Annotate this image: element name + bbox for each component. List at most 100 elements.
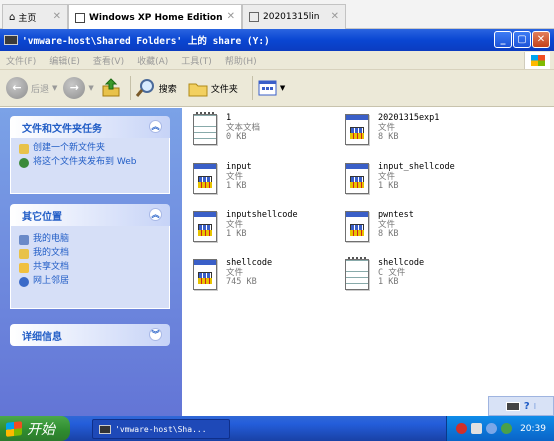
tab-home-label: 主页 [18, 13, 37, 24]
forward-arrow-icon: → [63, 77, 86, 99]
views-button[interactable]: ▼ [257, 79, 285, 97]
close-icon[interactable]: ✕ [227, 11, 235, 22]
place-network[interactable]: 网上邻居 [19, 276, 161, 287]
file-item[interactable]: pwntest 文件 8 KB [342, 210, 414, 245]
other-places-panel: 其它位置 ︽ 我的电脑 我的文档 共享文档 网上邻居 [10, 204, 170, 309]
file-item[interactable]: shellcode C 文件 1 KB [342, 257, 424, 293]
taskbar-window-button[interactable]: 'vmware-host\Sha... [92, 419, 230, 439]
forward-button[interactable]: → ▼ [63, 77, 94, 99]
chevron-down-icon[interactable]: ▼ [88, 84, 93, 92]
file-item[interactable]: inputshellcode 文件 1 KB [190, 210, 298, 245]
details-header[interactable]: 详细信息 ︾ [10, 324, 170, 346]
task-new-folder[interactable]: 创建一个新文件夹 [19, 143, 161, 154]
place-my-documents[interactable]: 我的文档 [19, 248, 161, 259]
search-label: 搜索 [158, 84, 177, 95]
place-shared-documents[interactable]: 共享文档 [19, 262, 161, 273]
collapse-chevron-icon[interactable]: ︽ [149, 120, 162, 133]
clock[interactable]: 20:39 [520, 424, 546, 434]
file-item[interactable]: input 文件 1 KB [190, 162, 252, 197]
security-shield-icon[interactable] [456, 423, 468, 434]
panel-title: 其它位置 [22, 211, 62, 223]
panel-title: 详细信息 [22, 331, 62, 343]
network-status-icon[interactable] [501, 423, 513, 434]
tab-windows-xp[interactable]: Windows XP Home Edition ✕ [68, 4, 242, 30]
keyboard-icon[interactable] [505, 401, 520, 411]
task-label: 将这个文件夹发布到 Web [33, 157, 137, 167]
folders-button[interactable]: 文件夹 [187, 77, 238, 99]
menu-edit[interactable]: 编辑(E) [49, 54, 80, 67]
network-places-icon [19, 277, 29, 287]
windows-logo-icon [524, 52, 550, 69]
start-button[interactable]: 开始 [0, 416, 70, 441]
file-item[interactable]: shellcode 文件 745 KB [190, 258, 272, 293]
other-places-header[interactable]: 其它位置 ︽ [10, 204, 170, 226]
close-icon[interactable]: ✕ [53, 11, 61, 22]
help-icon[interactable]: ? [524, 401, 530, 412]
file-folder-tasks-header[interactable]: 文件和文件夹任务 ︽ [10, 116, 170, 138]
minimize-button[interactable]: _ [494, 31, 512, 48]
menu-tools[interactable]: 工具(T) [181, 54, 212, 67]
menu-favorites[interactable]: 收藏(A) [137, 54, 168, 67]
task-publish-web[interactable]: 将这个文件夹发布到 Web [19, 157, 161, 168]
file-size: 1 KB [378, 277, 399, 287]
my-computer-icon [19, 235, 29, 245]
vm-icon [75, 12, 85, 23]
close-icon[interactable]: ✕ [331, 11, 339, 22]
generic-file-icon [342, 211, 372, 245]
maximize-button[interactable]: ▢ [513, 31, 531, 48]
chevron-icon[interactable]: ⁝ [534, 402, 537, 411]
vm-tab-strip: ⌂ 主页 ✕ Windows XP Home Edition ✕ 2020131… [0, 0, 554, 30]
my-documents-icon [19, 249, 29, 259]
expand-chevron-icon[interactable]: ︾ [149, 328, 162, 341]
place-label: 我的文档 [33, 248, 70, 258]
file-size: 1 KB [226, 181, 247, 191]
menu-help[interactable]: 帮助(H) [225, 54, 257, 67]
vm-icon [249, 12, 259, 22]
chevron-down-icon: ▼ [279, 84, 286, 92]
toolbar: ← 后退 ▼ → ▼ 搜索 文件夹 ▼ [0, 70, 554, 107]
home-icon: ⌂ [9, 11, 16, 23]
file-item[interactable]: input_shellcode 文件 1 KB [342, 162, 455, 197]
menu-view[interactable]: 查看(V) [93, 54, 124, 67]
generic-file-icon [342, 114, 372, 148]
up-folder-icon [102, 77, 120, 96]
window-title: 'vmware-host\Shared Folders' 上的 share (Y… [22, 36, 270, 47]
close-button[interactable]: ✕ [532, 31, 550, 48]
folders-icon [188, 83, 208, 97]
task-pane: 文件和文件夹任务 ︽ 创建一个新文件夹 将这个文件夹发布到 Web 其它位置 ︽ [0, 108, 182, 416]
back-button[interactable]: ← 后退 ▼ [6, 77, 57, 99]
generic-file-icon [190, 259, 220, 293]
publish-web-icon [19, 158, 29, 168]
tab-home[interactable]: ⌂ 主页 ✕ [2, 4, 68, 29]
file-size: 745 KB [226, 277, 257, 287]
place-label: 网上邻居 [33, 276, 70, 286]
place-label: 我的电脑 [33, 234, 70, 244]
collapse-chevron-icon[interactable]: ︽ [149, 208, 162, 221]
input-method-icon[interactable] [471, 423, 483, 434]
generic-file-icon [342, 163, 372, 197]
language-bar[interactable]: ? ⁝ [488, 396, 554, 416]
text-document-icon [190, 112, 220, 148]
menu-file[interactable]: 文件(F) [6, 54, 36, 67]
details-panel: 详细信息 ︾ [10, 324, 170, 346]
start-label: 开始 [27, 421, 55, 438]
file-size: 1 KB [226, 229, 247, 239]
file-item[interactable]: 1 文本文档 0 KB [190, 112, 260, 148]
volume-icon[interactable] [486, 423, 498, 434]
tab-20201315lin[interactable]: 20201315lin ✕ [242, 4, 346, 29]
up-folder-button[interactable] [100, 76, 122, 101]
task-label: 创建一个新文件夹 [33, 143, 106, 153]
place-label: 共享文档 [33, 262, 70, 272]
toolbar-separator [129, 76, 131, 100]
search-icon [135, 79, 154, 97]
chevron-down-icon[interactable]: ▼ [52, 84, 57, 92]
file-item[interactable]: 20201315exp1 文件 8 KB [342, 113, 439, 148]
place-my-computer[interactable]: 我的电脑 [19, 234, 161, 245]
generic-file-icon [190, 211, 220, 245]
tab-20201315lin-label: 20201315lin [263, 12, 320, 22]
new-folder-icon [19, 144, 29, 154]
window-title-bar[interactable]: 'vmware-host\Shared Folders' 上的 share (Y… [0, 29, 554, 51]
file-folder-tasks-panel: 文件和文件夹任务 ︽ 创建一个新文件夹 将这个文件夹发布到 Web [10, 116, 170, 194]
toolbar-separator [251, 76, 253, 100]
search-button[interactable]: 搜索 [135, 77, 177, 99]
